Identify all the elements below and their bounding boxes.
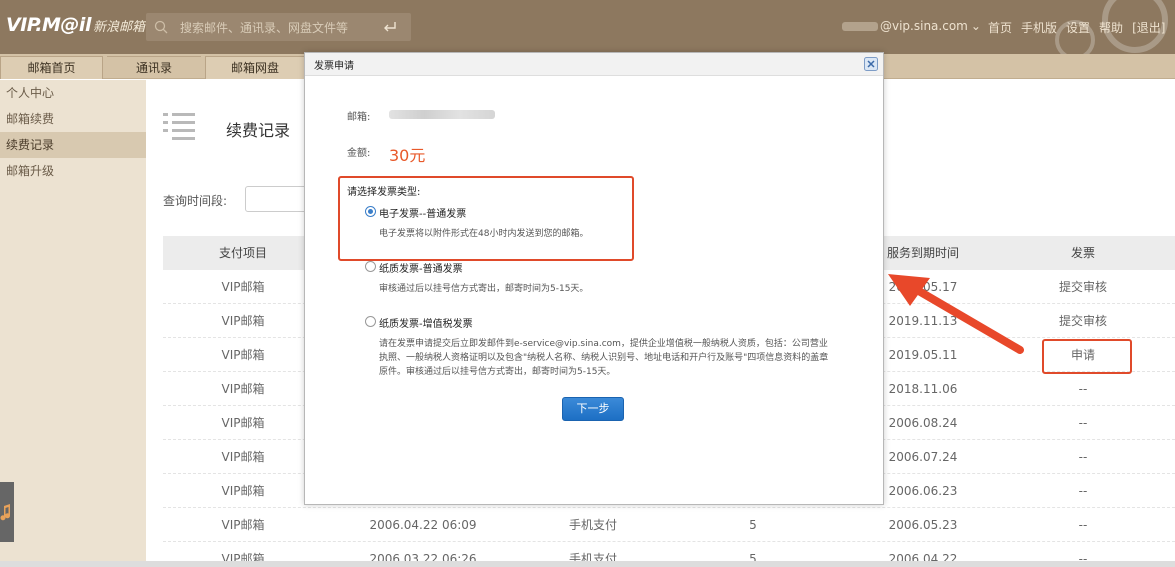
option-paper-normal-desc: 审核通过后以挂号信方式寄出，邮寄时间为5-15天。 xyxy=(379,284,589,294)
enter-icon[interactable] xyxy=(383,21,397,33)
sidebar-item-renew[interactable]: 邮箱续费 xyxy=(0,106,146,132)
option-electronic-title[interactable]: 电子发票--普通发票 xyxy=(379,205,466,220)
invoice-type-label: 请选择发票类型: xyxy=(347,187,421,198)
cell-invoice: -- xyxy=(1078,484,1088,498)
apply-highlight-box xyxy=(1042,339,1132,374)
logo[interactable]: VIP.M@il 新浪邮箱 xyxy=(6,14,145,40)
amount-label: 金额: xyxy=(347,148,371,159)
cell-invoice: -- xyxy=(1078,382,1088,396)
cell-invoice: -- xyxy=(1078,416,1088,430)
tab-contacts[interactable]: 通讯录 xyxy=(107,56,201,79)
sidebar: 个人中心 邮箱续费 续费记录 邮箱升级 xyxy=(0,80,146,567)
cell-invoice[interactable]: 提交审核 xyxy=(1018,270,1148,304)
radio-paper-normal-invoice[interactable] xyxy=(365,261,376,272)
cell-invoice[interactable]: 提交审核 xyxy=(1018,304,1148,338)
top-bar: VIP.M@il 新浪邮箱 搜索邮件、通讯录、网盘文件等 @vip.sina.c… xyxy=(0,0,1175,60)
query-label: 查询时间段: xyxy=(163,194,228,208)
option-paper-normal-title[interactable]: 纸质发票-普通发票 xyxy=(379,260,463,275)
next-step-button[interactable]: 下一步 xyxy=(562,397,624,421)
cell-expire: 2006.05.23 xyxy=(888,518,958,532)
cell-item: VIP邮箱 xyxy=(221,348,265,362)
email-label: 邮箱: xyxy=(347,112,371,123)
sidebar-item-personal-center[interactable]: 个人中心 xyxy=(0,80,146,106)
nav-mobile[interactable]: 手机版 xyxy=(1021,19,1057,36)
cell-pay-method: 手机支付 xyxy=(568,518,617,532)
nav-help[interactable]: 帮助 xyxy=(1099,19,1123,36)
nav-home[interactable]: 首页 xyxy=(988,19,1012,36)
header-invoice: 发票 xyxy=(1070,246,1095,260)
search-input[interactable]: 搜索邮件、通讯录、网盘文件等 xyxy=(180,19,383,36)
cell-invoice: -- xyxy=(1078,518,1088,532)
nav-logout[interactable]: [退出] xyxy=(1132,19,1165,36)
account-name-masked xyxy=(842,21,878,31)
invoice-dialog: 发票申请 邮箱: 金额: 30元 请选择发票类型: 电子发票--普通发票 电子发… xyxy=(304,52,884,505)
cell-item: VIP邮箱 xyxy=(221,416,265,430)
nav-settings[interactable]: 设置 xyxy=(1066,19,1090,36)
option-paper-vat-desc: 请在发票申请提交后立即发邮件到e-service@vip.sina.com，提供… xyxy=(379,339,829,377)
tab-mail-home[interactable]: 邮箱首页 xyxy=(0,56,103,79)
amount-value: 30元 xyxy=(389,146,426,165)
logo-main: VIP.M@il xyxy=(6,14,91,36)
table-row: VIP邮箱 2006.04.22 06:09 手机支付 5 2006.05.23 -- xyxy=(163,508,1175,542)
header-item: 支付项目 xyxy=(218,246,267,260)
email-value-masked xyxy=(389,110,495,119)
dialog-header: 发票申请 xyxy=(305,53,883,76)
search-icon xyxy=(154,20,168,34)
page-title: 续费记录 xyxy=(226,121,291,140)
cell-months: 5 xyxy=(749,518,757,532)
cell-item: VIP邮箱 xyxy=(221,450,265,464)
chevron-down-icon: ⌄ xyxy=(970,19,981,33)
sidebar-item-upgrade[interactable]: 邮箱升级 xyxy=(0,158,146,184)
dialog-title: 发票申请 xyxy=(314,61,354,72)
list-icon xyxy=(163,113,195,140)
music-note-icon xyxy=(0,504,10,521)
radio-electronic-invoice[interactable] xyxy=(365,206,376,217)
music-widget[interactable] xyxy=(0,482,14,542)
bottom-scrollbar[interactable] xyxy=(0,561,1175,567)
cell-item: VIP邮箱 xyxy=(221,484,265,498)
cell-item: VIP邮箱 xyxy=(221,280,265,294)
logo-sub: 新浪邮箱 xyxy=(92,20,145,35)
option-paper-vat-title[interactable]: 纸质发票-增值税发票 xyxy=(379,315,473,330)
search-box[interactable]: 搜索邮件、通讯录、网盘文件等 xyxy=(146,13,411,41)
cell-item: VIP邮箱 xyxy=(221,314,265,328)
account-domain: @vip.sina.com xyxy=(880,19,968,33)
cell-pay-time: 2006.04.22 06:09 xyxy=(369,518,477,532)
cell-item: VIP邮箱 xyxy=(221,382,265,396)
cell-item: VIP邮箱 xyxy=(221,518,265,532)
top-nav: 首页 手机版 设置 帮助 [退出] xyxy=(988,19,1165,36)
cell-invoice: -- xyxy=(1078,450,1088,464)
sidebar-item-renew-records[interactable]: 续费记录 xyxy=(0,132,146,158)
option-electronic-desc: 电子发票将以附件形式在48小时内发送到您的邮箱。 xyxy=(379,229,589,239)
close-icon[interactable] xyxy=(864,57,878,71)
red-arrow-icon xyxy=(888,274,1024,354)
tab-netdisk[interactable]: 邮箱网盘 xyxy=(205,56,305,79)
account-menu[interactable]: @vip.sina.com ⌄ xyxy=(842,19,981,33)
radio-paper-vat-invoice[interactable] xyxy=(365,316,376,327)
